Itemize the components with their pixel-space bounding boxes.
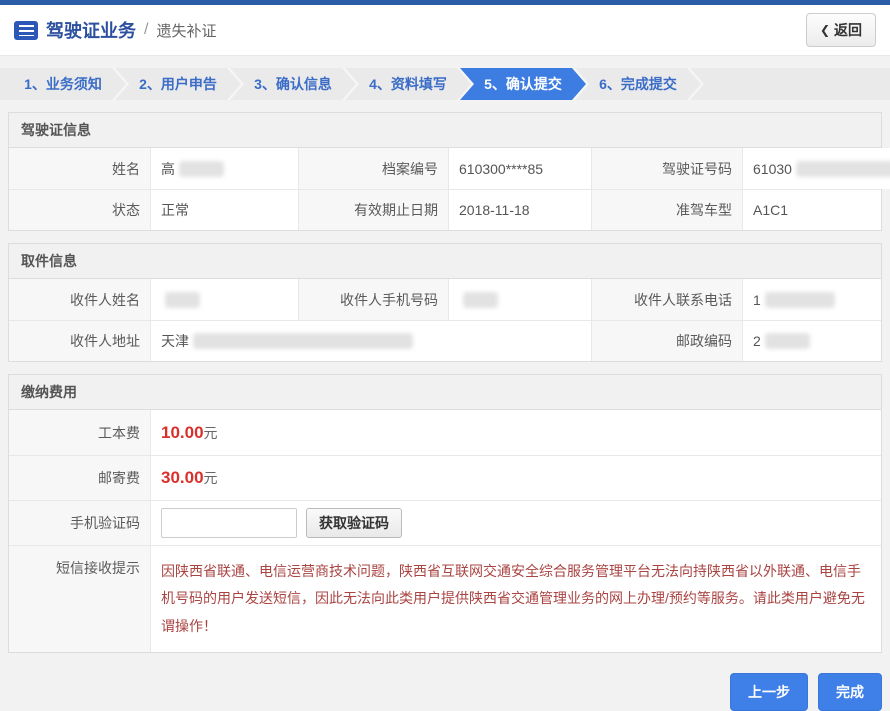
- sms-notice-label: 短信接收提示: [9, 545, 151, 652]
- back-button[interactable]: ❮ 返回: [806, 13, 876, 47]
- valid-until-label: 有效期止日期: [299, 189, 449, 230]
- vehicle-class-label: 准驾车型: [592, 189, 743, 230]
- pickup-row-1: 收件人姓名 收件人手机号码 收件人联系电话 1: [9, 279, 881, 320]
- chevron-left-icon: ❮: [820, 23, 830, 37]
- section-pickup-info: 取件信息 收件人姓名 收件人手机号码 收件人联系电话 1 收件人地址 天津 邮政…: [8, 243, 882, 362]
- license-number-value: 61030: [743, 148, 890, 189]
- postage-fee-amount: 30.00: [161, 468, 204, 488]
- step-progress-bar: 1、业务须知 2、用户申告 3、确认信息 4、资料填写 5、确认提交 6、完成提…: [0, 68, 890, 100]
- vehicle-class-value: A1C1: [743, 189, 881, 230]
- previous-step-button[interactable]: 上一步: [730, 673, 808, 711]
- name-redaction: [179, 161, 224, 177]
- step-3-confirm-info[interactable]: 3、确认信息: [230, 68, 356, 100]
- recipient-address-label: 收件人地址: [9, 320, 151, 361]
- license-number-redaction: [796, 161, 890, 177]
- step-4-fill-materials[interactable]: 4、资料填写: [345, 68, 471, 100]
- breadcrumb-separator: /: [144, 21, 148, 39]
- sms-code-label: 手机验证码: [9, 500, 151, 545]
- postal-code-redaction: [765, 333, 810, 349]
- recipient-address-redaction: [193, 333, 413, 349]
- sms-code-field: 获取验证码: [151, 500, 881, 545]
- postage-fee-label: 邮寄费: [9, 455, 151, 500]
- recipient-phone-redaction: [765, 292, 835, 308]
- license-row-1: 姓名 高 档案编号 610300****85 驾驶证号码 61030: [9, 148, 881, 189]
- postage-fee-unit: 元: [204, 468, 218, 488]
- recipient-name-label: 收件人姓名: [9, 279, 151, 320]
- license-number-label: 驾驶证号码: [592, 148, 743, 189]
- finish-button[interactable]: 完成: [818, 673, 882, 711]
- production-fee-unit: 元: [204, 423, 218, 443]
- back-button-label: 返回: [834, 20, 862, 40]
- postal-code-label: 邮政编码: [592, 320, 743, 361]
- breadcrumb: 驾驶证业务 / 遗失补证: [14, 17, 216, 43]
- sms-code-row: 手机验证码 获取验证码: [9, 500, 881, 545]
- section-pickup-title: 取件信息: [9, 244, 881, 279]
- name-label: 姓名: [9, 148, 151, 189]
- production-fee-row: 工本费 10.00元: [9, 410, 881, 455]
- page-title: 驾驶证业务: [46, 17, 136, 43]
- step-2-user-declaration[interactable]: 2、用户申告: [115, 68, 241, 100]
- status-label: 状态: [9, 189, 151, 230]
- postal-code-value: 2: [743, 320, 881, 361]
- sms-code-input[interactable]: [161, 508, 297, 538]
- section-license-title: 驾驶证信息: [9, 113, 881, 148]
- file-number-label: 档案编号: [299, 148, 449, 189]
- name-value: 高: [151, 148, 299, 189]
- recipient-mobile-value: [449, 279, 592, 320]
- license-row-2: 状态 正常 有效期止日期 2018-11-18 准驾车型 A1C1: [9, 189, 881, 230]
- step-6-finish-submit[interactable]: 6、完成提交: [575, 68, 701, 100]
- section-license-info: 驾驶证信息 姓名 高 档案编号 610300****85 驾驶证号码 61030…: [8, 112, 882, 231]
- license-business-icon: [14, 21, 38, 40]
- postage-fee-row: 邮寄费 30.00元: [9, 455, 881, 500]
- section-fees: 缴纳费用 工本费 10.00元 邮寄费 30.00元 手机验证码 获取验证码 短…: [8, 374, 882, 653]
- sms-notice-text: 因陕西省联通、电信运营商技术问题，陕西省互联网交通安全综合服务管理平台无法向持陕…: [161, 558, 871, 640]
- recipient-name-value: [151, 279, 299, 320]
- production-fee-amount: 10.00: [161, 423, 204, 443]
- page-header: 驾驶证业务 / 遗失补证 ❮ 返回: [0, 5, 890, 56]
- recipient-address-value: 天津: [151, 320, 592, 361]
- recipient-phone-label: 收件人联系电话: [592, 279, 743, 320]
- valid-until-value: 2018-11-18: [449, 189, 592, 230]
- footer-actions: 上一步 完成: [8, 673, 882, 711]
- get-sms-code-button[interactable]: 获取验证码: [306, 508, 402, 538]
- file-number-value: 610300****85: [449, 148, 592, 189]
- sms-notice-content: 因陕西省联通、电信运营商技术问题，陕西省互联网交通安全综合服务管理平台无法向持陕…: [151, 545, 881, 652]
- recipient-mobile-redaction: [463, 292, 498, 308]
- section-fees-title: 缴纳费用: [9, 375, 881, 410]
- recipient-phone-value: 1: [743, 279, 881, 320]
- sms-notice-row: 短信接收提示 因陕西省联通、电信运营商技术问题，陕西省互联网交通安全综合服务管理…: [9, 545, 881, 652]
- postage-fee-value: 30.00元: [151, 455, 881, 500]
- pickup-row-2: 收件人地址 天津 邮政编码 2: [9, 320, 881, 361]
- production-fee-value: 10.00元: [151, 410, 881, 455]
- production-fee-label: 工本费: [9, 410, 151, 455]
- step-bar-filler: [690, 68, 890, 100]
- step-5-confirm-submit[interactable]: 5、确认提交: [460, 68, 586, 100]
- page-subtitle: 遗失补证: [156, 20, 216, 41]
- step-1-business-notice[interactable]: 1、业务须知: [0, 68, 126, 100]
- recipient-name-redaction: [165, 292, 200, 308]
- status-value: 正常: [151, 189, 299, 230]
- recipient-mobile-label: 收件人手机号码: [299, 279, 449, 320]
